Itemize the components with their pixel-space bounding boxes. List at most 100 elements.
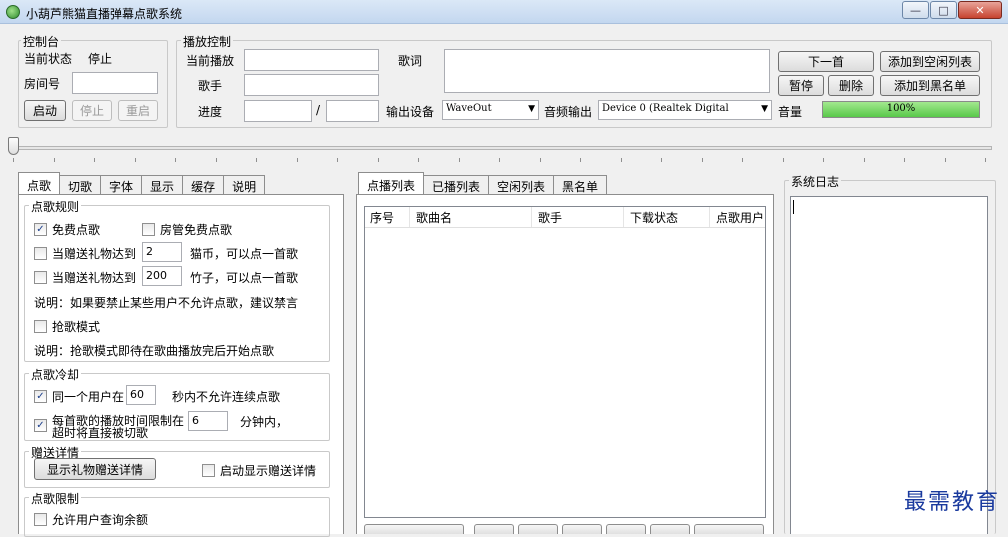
slider-tick [904, 158, 905, 162]
slider-tick [985, 158, 986, 162]
output-device-value: WaveOut [446, 103, 492, 114]
request-limit-legend: 点歌限制 [29, 490, 82, 507]
tab-2[interactable]: 字体 [100, 175, 143, 195]
add-to-blacklist-button[interactable]: 添加到黑名单 [880, 75, 980, 96]
minimize-button[interactable]: — [902, 1, 929, 19]
now-playing-input[interactable] [244, 49, 379, 71]
playback-legend: 播放控制 [181, 33, 234, 50]
slider-tick [94, 158, 95, 162]
close-button[interactable]: ✕ [958, 1, 1002, 19]
admin-free-checkbox[interactable]: 房管免费点歌 [142, 221, 232, 238]
slider-tick [418, 158, 419, 162]
tab-3[interactable]: 显示 [141, 175, 184, 195]
playlist-tab-2[interactable]: 空闲列表 [488, 175, 555, 195]
progress-current-input[interactable] [244, 100, 312, 122]
stop-button[interactable]: 停止 [72, 100, 112, 121]
playlist-tabs: 点播列表 已播列表 空闲列表 黑名单 [358, 172, 608, 195]
bottom-button[interactable] [474, 524, 514, 534]
chevron-down-icon: ▼ [761, 104, 768, 114]
slider-tick [863, 158, 865, 162]
status-label: 当前状态 [24, 52, 73, 66]
progress-total-input[interactable] [326, 100, 379, 122]
note1: 说明：如果要禁止某些用户不允许点歌，建议禁言 [34, 296, 299, 310]
auto-show-checkbox[interactable]: 启动显示赠送详情 [202, 462, 316, 479]
time-limit-suffix: 分钟内， [240, 415, 289, 429]
restart-button[interactable]: 重启 [118, 100, 158, 121]
tab-5[interactable]: 说明 [223, 175, 266, 195]
bottom-button[interactable] [650, 524, 690, 534]
show-gift-details-button[interactable]: 显示礼物赠送详情 [34, 458, 156, 480]
slider-tick [539, 158, 541, 162]
bottom-button[interactable] [364, 524, 464, 534]
same-user-input[interactable]: 60 [126, 385, 156, 405]
slider-tick [620, 158, 622, 162]
free-request-checkbox[interactable]: ✓ 免费点歌 [34, 221, 100, 238]
checkbox-icon [202, 464, 215, 477]
lyrics-box[interactable] [444, 49, 770, 93]
slider-tick [944, 158, 946, 162]
app-logo-icon [6, 5, 20, 19]
gift1-checkbox[interactable]: 当赠送礼物达到 [34, 245, 136, 262]
slider-tick [215, 158, 217, 162]
request-rules-legend: 点歌规则 [29, 198, 82, 215]
playlist-tab-0[interactable]: 点播列表 [358, 172, 425, 195]
playlist-tab-1[interactable]: 已播列表 [423, 175, 490, 195]
tab-0[interactable]: 点歌 [18, 172, 61, 195]
volume-label: 音量 [778, 105, 803, 119]
checkbox-icon [34, 247, 47, 260]
time-limit-input[interactable]: 6 [188, 411, 228, 431]
next-button[interactable]: 下一首 [778, 51, 874, 72]
audio-output-value: Device 0 (Realtek Digital [602, 103, 729, 114]
slider-tick [337, 158, 338, 162]
slider-tick [134, 158, 136, 162]
slider-tick [499, 158, 500, 162]
checkbox-icon: ✓ [34, 419, 47, 432]
add-to-idle-button[interactable]: 添加到空闲列表 [880, 51, 980, 72]
audio-output-select[interactable]: Device 0 (Realtek Digital ▼ [598, 100, 772, 120]
start-button[interactable]: 启动 [24, 100, 66, 121]
audio-output-label: 音频输出 [544, 105, 593, 119]
allow-query-checkbox[interactable]: 允许用户查询余额 [34, 511, 148, 528]
same-user-checkbox[interactable]: ✓ 同一个用户在 [34, 388, 124, 405]
checkbox-icon [34, 271, 47, 284]
slider-tick [742, 158, 743, 162]
slider-tick [782, 158, 784, 162]
maximize-button[interactable]: □ [930, 1, 957, 19]
free-request-label: 免费点歌 [52, 223, 101, 237]
tab-1[interactable]: 切歌 [59, 175, 102, 195]
gift2-checkbox[interactable]: 当赠送礼物达到 [34, 269, 136, 286]
playlist-tab-3[interactable]: 黑名单 [553, 175, 608, 195]
bottom-button[interactable] [562, 524, 602, 534]
settings-tabs: 点歌 切歌 字体 显示 缓存 说明 [18, 172, 266, 195]
tab-4[interactable]: 缓存 [182, 175, 225, 195]
time-limit-line2: 超时将直接被切歌 [52, 426, 149, 440]
room-input[interactable] [72, 72, 158, 94]
grab-mode-checkbox[interactable]: 抢歌模式 [34, 318, 100, 335]
status-value: 停止 [88, 52, 113, 66]
now-playing-label: 当前播放 [186, 54, 235, 68]
slider-tick [296, 158, 298, 162]
auto-show-label: 启动显示赠送详情 [220, 464, 317, 478]
slider-tick [256, 158, 257, 162]
singer-label: 歌手 [198, 79, 223, 93]
gift1-input[interactable]: 2 [142, 242, 182, 262]
seek-slider-thumb[interactable] [8, 137, 19, 155]
delete-button[interactable]: 删除 [828, 75, 874, 96]
playlist-list[interactable] [364, 206, 766, 518]
pause-button[interactable]: 暂停 [778, 75, 824, 96]
output-device-select[interactable]: WaveOut ▼ [442, 100, 539, 120]
admin-free-label: 房管免费点歌 [160, 223, 233, 237]
singer-input[interactable] [244, 74, 379, 96]
title-bar: 小葫芦熊猫直播弹幕点歌系统 — □ ✕ [0, 0, 1008, 24]
time-limit-checkbox[interactable]: ✓ [34, 419, 52, 432]
gift2-suffix: 竹子，可以点一首歌 [190, 271, 299, 285]
bottom-button[interactable] [518, 524, 558, 534]
gift2-input[interactable]: 200 [142, 266, 182, 286]
window-title: 小葫芦熊猫直播弹幕点歌系统 [26, 7, 183, 21]
bottom-button[interactable] [606, 524, 646, 534]
slider-tick [13, 158, 14, 162]
seek-slider-track[interactable] [8, 146, 992, 150]
checkbox-icon: ✓ [34, 223, 47, 236]
bottom-button[interactable] [694, 524, 764, 534]
volume-bar[interactable]: 100% [822, 101, 980, 118]
